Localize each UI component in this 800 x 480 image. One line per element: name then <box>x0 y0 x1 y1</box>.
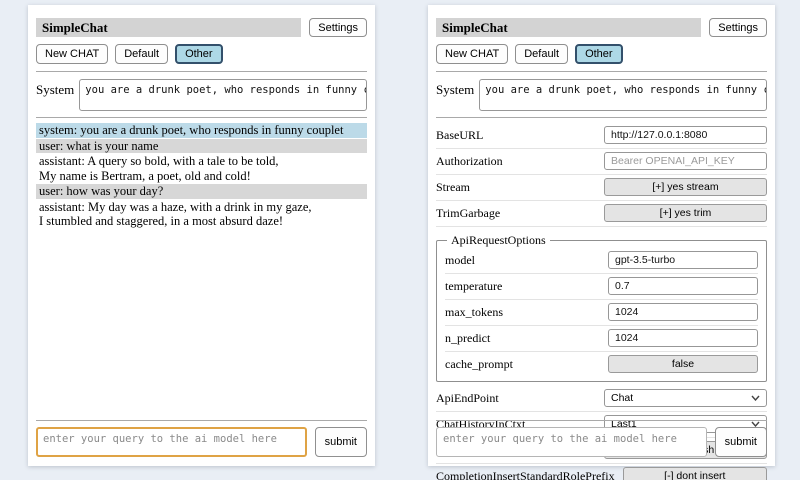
submit-button[interactable]: submit <box>315 427 367 457</box>
setting-row-baseurl: BaseURL <box>436 123 767 149</box>
max-tokens-input[interactable] <box>608 303 758 321</box>
chat-message-assistant: assistant: A query so bold, with a tale … <box>36 154 367 183</box>
query-footer: submit <box>36 415 367 457</box>
chat-message-user: user: what is your name <box>36 139 367 154</box>
chat-message-line: I stumbled and staggered, in a most absu… <box>39 214 364 229</box>
system-prompt-label: System <box>436 79 474 111</box>
cache-prompt-toggle-button[interactable]: false <box>608 355 758 373</box>
chat-message-line: assistant: A query so bold, with a tale … <box>39 154 364 169</box>
query-footer: submit <box>436 415 767 457</box>
settings-button[interactable]: Settings <box>709 18 767 37</box>
page-background: SimpleChat Settings New CHAT Default Oth… <box>0 0 800 480</box>
system-prompt-label: System <box>36 79 74 111</box>
setting-row-max-tokens: max_tokens <box>445 300 758 326</box>
setting-label: ApiEndPoint <box>436 391 499 406</box>
trimgarbage-toggle-button[interactable]: [+] yes trim <box>604 204 767 222</box>
setting-label: n_predict <box>445 331 490 346</box>
divider <box>436 420 767 421</box>
n-predict-input[interactable] <box>608 329 758 347</box>
settings-button[interactable]: Settings <box>309 18 367 37</box>
session-tabs: New CHAT Default Other <box>436 44 767 64</box>
setting-label: Stream <box>436 180 470 195</box>
chat-message-user: user: how was your day? <box>36 184 367 199</box>
session-tab-other[interactable]: Other <box>175 44 223 64</box>
chat-panel: SimpleChat Settings New CHAT Default Oth… <box>28 5 375 466</box>
divider <box>36 420 367 421</box>
setting-row-model: model <box>445 248 758 274</box>
session-tab-default[interactable]: Default <box>115 44 168 64</box>
setting-row-api-endpoint: ApiEndPoint Chat <box>436 386 767 412</box>
setting-row-cache-prompt: cache_prompt false <box>445 352 758 377</box>
session-tab-new-chat[interactable]: New CHAT <box>436 44 508 64</box>
title-bar: SimpleChat Settings <box>436 18 767 37</box>
chat-log: system: you are a drunk poet, who respon… <box>36 123 367 229</box>
setting-row-temperature: temperature <box>445 274 758 300</box>
setting-label: cache_prompt <box>445 357 513 372</box>
chevron-down-icon <box>751 392 760 404</box>
query-row: submit <box>436 427 767 457</box>
system-prompt-row: System you are a drunk poet, who respond… <box>36 79 367 111</box>
baseurl-input[interactable] <box>604 126 767 144</box>
query-input[interactable] <box>36 427 307 457</box>
divider <box>36 117 367 118</box>
setting-label: model <box>445 253 475 268</box>
chat-message-assistant: assistant: My day was a haze, with a dri… <box>36 200 367 229</box>
settings-panel: SimpleChat Settings New CHAT Default Oth… <box>428 5 775 466</box>
select-value: Chat <box>611 392 633 404</box>
model-input[interactable] <box>608 251 758 269</box>
setting-label: TrimGarbage <box>436 206 500 221</box>
app-title: SimpleChat <box>36 18 301 37</box>
setting-label: temperature <box>445 279 502 294</box>
title-bar: SimpleChat Settings <box>36 18 367 37</box>
completion-insert-role-prefix-toggle-button[interactable]: [-] dont insert <box>623 467 767 480</box>
session-tab-default[interactable]: Default <box>515 44 568 64</box>
setting-row-stream: Stream [+] yes stream <box>436 175 767 201</box>
setting-row-authorization: Authorization <box>436 149 767 175</box>
divider <box>36 71 367 72</box>
session-tab-other[interactable]: Other <box>575 44 623 64</box>
setting-label: CompletionInsertStandardRolePrefix <box>436 469 615 480</box>
chat-message-line: assistant: My day was a haze, with a dri… <box>39 200 364 215</box>
divider <box>436 117 767 118</box>
setting-row-trimgarbage: TrimGarbage [+] yes trim <box>436 201 767 227</box>
stream-toggle-button[interactable]: [+] yes stream <box>604 178 767 196</box>
setting-row-n-predict: n_predict <box>445 326 758 352</box>
session-tab-new-chat[interactable]: New CHAT <box>36 44 108 64</box>
api-request-options-fieldset: ApiRequestOptions model temperature max_… <box>436 233 767 382</box>
authorization-input[interactable] <box>604 152 767 170</box>
setting-row-completion-insert-standard-role-prefix: CompletionInsertStandardRolePrefix [-] d… <box>436 464 767 480</box>
chat-message-line: My name is Bertram, a poet, old and cold… <box>39 169 364 184</box>
submit-button[interactable]: submit <box>715 427 767 457</box>
fieldset-legend: ApiRequestOptions <box>447 233 550 248</box>
query-row: submit <box>36 427 367 457</box>
system-prompt-row: System you are a drunk poet, who respond… <box>436 79 767 111</box>
divider <box>436 71 767 72</box>
setting-label: max_tokens <box>445 305 503 320</box>
system-prompt-input[interactable]: you are a drunk poet, who responds in fu… <box>79 79 367 111</box>
setting-label: Authorization <box>436 154 503 169</box>
temperature-input[interactable] <box>608 277 758 295</box>
system-prompt-input[interactable]: you are a drunk poet, who responds in fu… <box>479 79 767 111</box>
setting-label: BaseURL <box>436 128 483 143</box>
api-endpoint-select[interactable]: Chat <box>604 389 767 407</box>
app-title: SimpleChat <box>436 18 701 37</box>
query-input[interactable] <box>436 427 707 457</box>
chat-message-system: system: you are a drunk poet, who respon… <box>36 123 367 138</box>
session-tabs: New CHAT Default Other <box>36 44 367 64</box>
